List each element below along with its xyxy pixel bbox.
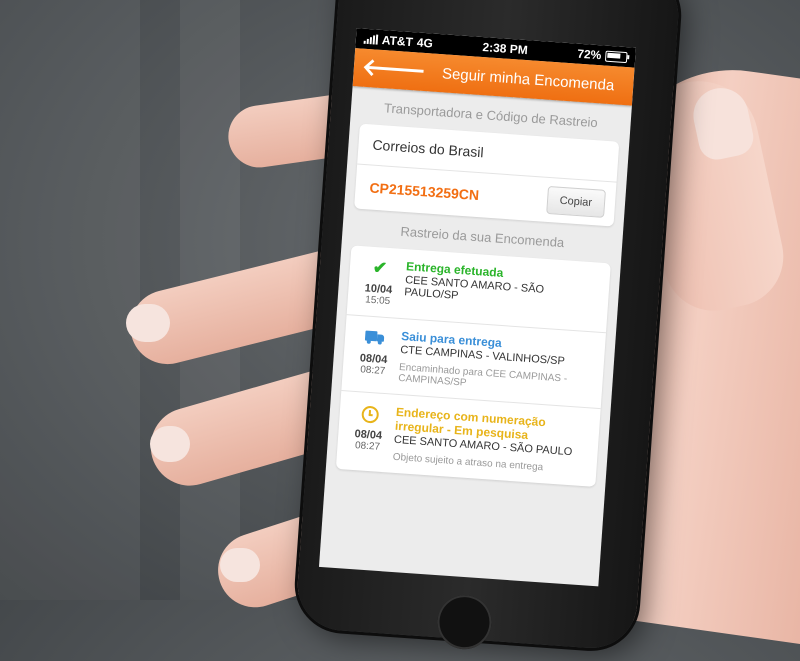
event-side: ✔ 10/04 15:05 (355, 256, 402, 308)
battery-percent: 72% (576, 46, 602, 63)
page-title: Seguir minha Encomenda (441, 64, 615, 94)
event-body: Endereço com numeração irregular - Em pe… (388, 405, 592, 477)
background-blur (0, 0, 140, 600)
events-list: ✔ 10/04 15:05 Entrega efetuada CEE SANTO… (335, 245, 611, 487)
phone-screen: AT&T 4G 2:38 PM 72% 🡐 Seguir minha Encom… (318, 28, 636, 587)
battery-indicator: 72% (577, 47, 628, 64)
copy-button[interactable]: Copiar (545, 185, 606, 218)
event-time: 08:27 (354, 440, 381, 453)
event-side: 08/04 08:27 (350, 326, 398, 384)
event-time: 15:05 (364, 294, 391, 308)
event-body: Entrega efetuada CEE SANTO AMARO - SÃO P… (399, 259, 602, 322)
signal-icon (363, 34, 379, 45)
phone-device: AT&T 4G 2:38 PM 72% 🡐 Seguir minha Encom… (294, 0, 682, 652)
status-left: AT&T 4G (363, 32, 433, 51)
event-body: Saiu para entrega CTE CAMPINAS - VALINHO… (394, 329, 597, 398)
home-button[interactable] (435, 593, 494, 651)
finger-nail (220, 548, 260, 582)
event-side: 08/04 08:27 (345, 402, 393, 463)
arrow-left-icon[interactable]: 🡐 (361, 54, 427, 85)
status-time: 2:38 PM (482, 40, 529, 58)
battery-icon (604, 50, 628, 63)
tracking-code: CP215513259CN (369, 179, 480, 204)
event-time: 08:27 (359, 364, 386, 377)
carrier-label: AT&T (381, 32, 414, 50)
list-item[interactable]: 08/04 08:27 Endereço com numeração irreg… (336, 391, 601, 487)
finger-nail (126, 304, 170, 342)
finger-nail (150, 426, 190, 462)
check-icon: ✔ (372, 257, 388, 278)
network-label: 4G (416, 35, 434, 51)
clock-icon (347, 402, 392, 427)
truck-icon (352, 326, 397, 351)
